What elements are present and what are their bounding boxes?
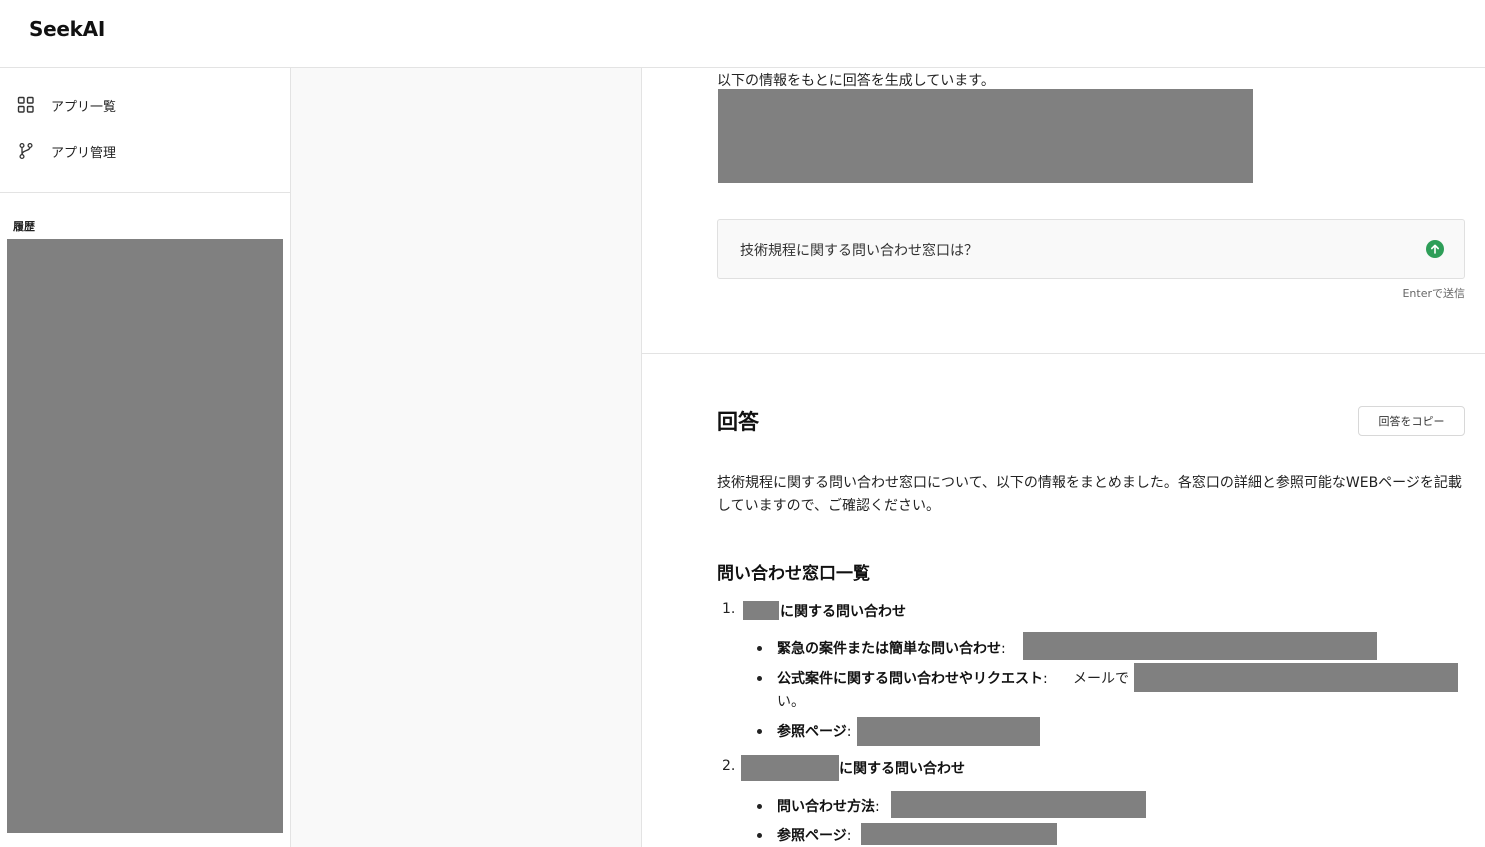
bullet xyxy=(757,646,762,651)
main-divider xyxy=(642,353,1485,354)
redacted-text xyxy=(1134,663,1458,692)
copy-answer-button[interactable]: 回答をコピー xyxy=(1358,406,1465,436)
app-header: SeekAI xyxy=(0,0,1485,68)
sidebar-item-app-list[interactable]: アプリ一覧 xyxy=(0,87,290,123)
query-text: 技術規程に関する問い合わせ窓口は？ xyxy=(740,240,978,260)
main-content: 以下の情報をもとに回答を生成しています。 技術規程に関する問い合わせ窓口は？ E… xyxy=(642,68,1485,847)
sidebar: アプリ一覧 アプリ管理 履歴 xyxy=(0,68,291,847)
bullet-text: メールで xyxy=(1073,668,1129,688)
bullet xyxy=(757,833,762,838)
list-number: 1. xyxy=(722,601,735,617)
grid-icon xyxy=(17,96,35,114)
list-item-title: に関する問い合わせ xyxy=(780,601,906,621)
bullet-label: 参照ページ: xyxy=(777,721,851,741)
redacted-link[interactable] xyxy=(857,717,1040,746)
redacted-link[interactable] xyxy=(861,823,1057,845)
bullet-label: 緊急の案件または簡単な問い合わせ: xyxy=(777,638,1006,658)
bullet-label: 公式案件に関する問い合わせやリクエスト: xyxy=(777,668,1048,688)
bullet xyxy=(757,804,762,809)
section-title: 問い合わせ窓口一覧 xyxy=(717,559,870,584)
bullet-label: 参照ページ: xyxy=(777,825,851,845)
history-title: 履歴 xyxy=(13,218,35,234)
send-button[interactable] xyxy=(1426,240,1444,258)
answer-title: 回答 xyxy=(717,406,759,436)
sidebar-item-label: アプリ一覧 xyxy=(51,96,116,115)
generating-status-text: 以下の情報をもとに回答を生成しています。 xyxy=(717,70,995,90)
redacted-text xyxy=(743,601,779,620)
bullet-label: 問い合わせ方法: xyxy=(777,796,880,816)
branch-icon xyxy=(17,142,35,160)
bullet-text-continuation: い。 xyxy=(777,691,805,711)
history-list-redacted[interactable] xyxy=(7,239,283,833)
middle-panel xyxy=(291,68,642,847)
redacted-text xyxy=(891,791,1146,818)
query-input[interactable]: 技術規程に関する問い合わせ窓口は？ xyxy=(717,219,1465,279)
redacted-text xyxy=(1023,632,1377,660)
send-hint: Enterで送信 xyxy=(1402,285,1465,301)
answer-intro: 技術規程に関する問い合わせ窓口について、以下の情報をまとめました。各窓口の詳細と… xyxy=(717,472,1465,518)
bullet xyxy=(757,729,762,734)
sidebar-divider xyxy=(0,192,290,193)
sidebar-item-app-management[interactable]: アプリ管理 xyxy=(0,133,290,169)
list-number: 2. xyxy=(722,758,735,774)
app-logo[interactable]: SeekAI xyxy=(29,17,105,41)
sidebar-item-label: アプリ管理 xyxy=(51,142,116,161)
source-info-redacted xyxy=(718,89,1253,183)
redacted-text xyxy=(741,755,839,781)
bullet xyxy=(757,676,762,681)
list-item-title: に関する問い合わせ xyxy=(839,758,965,778)
arrow-up-icon xyxy=(1429,243,1441,255)
